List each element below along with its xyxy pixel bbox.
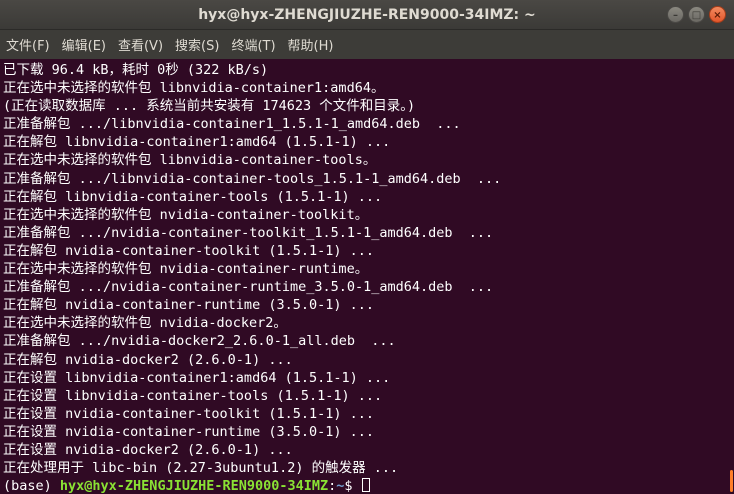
terminal-output[interactable]: 已下载 96.4 kB，耗时 0秒 (322 kB/s) 正在选中未选择的软件包… (0, 59, 734, 494)
terminal-line: 正在设置 libnvidia-container1:amd64 (1.5.1-1… (3, 369, 391, 386)
menu-help[interactable]: 帮助(H) (288, 35, 334, 54)
terminal-line: 正在选中未选择的软件包 libnvidia-container-tools。 (3, 152, 377, 169)
terminal-line: 正在选中未选择的软件包 nvidia-container-runtime。 (3, 261, 369, 278)
terminal-line: 正准备解包 .../libnvidia-container-tools_1.5.… (3, 170, 502, 187)
menu-search[interactable]: 搜索(S) (175, 35, 219, 54)
terminal-line: 正准备解包 .../nvidia-container-runtime_3.5.0… (3, 279, 494, 296)
window-title: hyx@hyx-ZHENGJIUZHE-REN9000-34IMZ: ~ (198, 6, 536, 23)
terminal-line: 正在设置 nvidia-container-runtime (3.5.0-1) … (3, 423, 374, 440)
terminal-line: 正在解包 libnvidia-container-tools (1.5.1-1)… (3, 188, 383, 205)
menu-file[interactable]: 文件(F) (6, 35, 50, 54)
scrollbar-thumb[interactable] (730, 470, 733, 492)
prompt-symbol: $ (344, 478, 361, 494)
maximize-icon[interactable]: □ (688, 6, 705, 23)
terminal-line: 正准备解包 .../nvidia-docker2_2.6.0-1_all.deb… (3, 333, 396, 350)
scrollbar[interactable] (728, 59, 734, 494)
terminal-line: (正在读取数据库 ... 系统当前共安装有 174623 个文件和目录。) (3, 98, 416, 115)
menu-edit[interactable]: 编辑(E) (62, 35, 106, 54)
prompt-line[interactable]: (base) hyx@hyx-ZHENGJIUZHE-REN9000-34IMZ… (3, 477, 734, 494)
terminal-line: 正在设置 nvidia-docker2 (2.6.0-1) ... (3, 441, 293, 458)
prompt-env: (base) (3, 478, 60, 494)
menu-bar: 文件(F) 编辑(E) 查看(V) 搜索(S) 终端(T) 帮助(H) (0, 30, 734, 59)
terminal-line: 正在选中未选择的软件包 nvidia-docker2。 (3, 315, 287, 332)
terminal-line: 正在选中未选择的软件包 nvidia-container-toolkit。 (3, 206, 369, 223)
terminal-line: 正在解包 nvidia-container-runtime (3.5.0-1) … (3, 297, 374, 314)
terminal-window: hyx@hyx-ZHENGJIUZHE-REN9000-34IMZ: ~ – □… (0, 0, 734, 494)
title-bar[interactable]: hyx@hyx-ZHENGJIUZHE-REN9000-34IMZ: ~ – □… (0, 0, 734, 30)
menu-terminal[interactable]: 终端(T) (231, 35, 275, 54)
terminal-line: 正准备解包 .../libnvidia-container1_1.5.1-1_a… (3, 116, 461, 133)
terminal-line: 正在选中未选择的软件包 libnvidia-container1:amd64。 (3, 80, 385, 97)
terminal-line: 正在设置 libnvidia-container-tools (1.5.1-1)… (3, 387, 383, 404)
text-cursor (361, 478, 370, 493)
prompt-user-host: hyx@hyx-ZHENGJIUZHE-REN9000-34IMZ (59, 478, 329, 494)
menu-view[interactable]: 查看(V) (118, 35, 163, 54)
terminal-line: 正在解包 nvidia-docker2 (2.6.0-1) ... (3, 351, 293, 368)
close-icon[interactable]: × (709, 6, 726, 23)
terminal-line: 正在解包 libnvidia-container1:amd64 (1.5.1-1… (3, 134, 391, 151)
terminal-line: 正在处理用于 libc-bin (2.27-3ubuntu1.2) 的触发器 .… (3, 460, 399, 477)
window-controls: – □ × (667, 6, 726, 23)
minimize-icon[interactable]: – (667, 6, 684, 23)
terminal-line: 正准备解包 .../nvidia-container-toolkit_1.5.1… (3, 224, 494, 241)
terminal-line: 已下载 96.4 kB，耗时 0秒 (322 kB/s) (3, 62, 269, 78)
terminal-line: 正在解包 nvidia-container-toolkit (1.5.1-1) … (3, 242, 374, 259)
terminal-line: 正在设置 nvidia-container-toolkit (1.5.1-1) … (3, 405, 374, 422)
